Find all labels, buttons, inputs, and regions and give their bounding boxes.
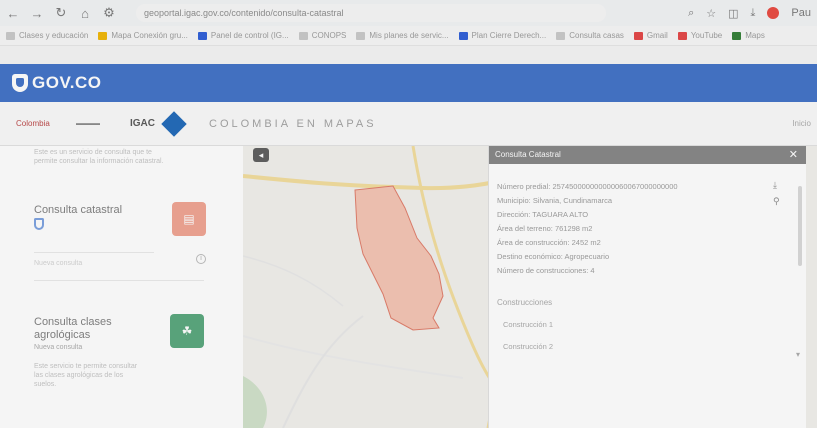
catastral-badge-icon[interactable]: ▤ <box>172 202 206 236</box>
close-icon[interactable]: ✕ <box>789 146 798 164</box>
bookmark-item[interactable]: Mis planes de servic... <box>356 31 449 40</box>
extensions-icon[interactable]: ◫ <box>728 7 738 20</box>
colombia-logo[interactable]: Colombia <box>16 119 68 128</box>
site-settings-icon[interactable]: ⚙ <box>102 5 116 21</box>
popup-header: Consulta Catastral ✕ <box>489 146 806 164</box>
site-header: Colombia ▬▬▬▬ IGAC COLOMBIA EN MAPAS Ini… <box>0 102 817 146</box>
bookmark-item[interactable]: CONOPS <box>298 31 346 40</box>
divider <box>34 280 204 281</box>
agrologicas-badge-icon[interactable]: ☘ <box>170 314 204 348</box>
info-row: Número predial: 257450000000000060067000… <box>497 182 678 191</box>
info-row: Destino económico: Agropecuario <box>497 252 610 261</box>
card-description: Este servicio te permite consultar las c… <box>34 363 138 388</box>
gov-brand[interactable]: GOV.CO <box>32 73 101 93</box>
construccion-item[interactable]: Construcción 1 <box>503 320 553 329</box>
sidebar-intro-text: Este es un servicio de consulta que te p… <box>34 149 164 165</box>
home-icon[interactable]: ⌂ <box>78 6 92 21</box>
bookmark-item[interactable]: Gmail <box>633 31 668 40</box>
chevron-left-icon[interactable]: ◂ <box>253 148 269 162</box>
bookmark-item[interactable]: Panel de control (IG... <box>197 31 289 40</box>
construccion-item[interactable]: Construcción 2 <box>503 342 553 351</box>
info-row: Municipio: Silvania, Cundinamarca <box>497 196 613 205</box>
site-title[interactable]: COLOMBIA EN MAPAS <box>209 118 377 130</box>
info-row: Área del terreno: 761298 m2 <box>497 224 593 233</box>
divider <box>34 252 154 253</box>
profile-avatar-icon[interactable] <box>767 7 780 19</box>
card-title-catastral[interactable]: Consulta catastral <box>34 204 122 217</box>
card-title-agrologicas[interactable]: Consulta clases agrológicas <box>34 316 144 342</box>
bookmarks-bar: Clases y educación Mapa Conexión gru... … <box>0 26 817 46</box>
info-row: Número de construcciones: 4 <box>497 266 595 275</box>
link-icon[interactable]: ⚲ <box>773 196 780 207</box>
igac-label[interactable]: IGAC <box>130 118 155 129</box>
zoom-icon[interactable]: ⌕ <box>688 7 694 20</box>
shield-icon <box>34 218 44 230</box>
bookmark-item[interactable]: Consulta casas <box>556 31 624 40</box>
popup-scrollbar[interactable] <box>798 186 802 266</box>
header-nav-link[interactable]: Inicio <box>792 119 817 128</box>
bookmark-item[interactable]: Clases y educación <box>6 31 88 40</box>
download-icon[interactable]: ⤓ <box>773 180 777 191</box>
bookmark-item[interactable]: Maps <box>732 31 765 40</box>
browser-tools: ⌕ ☆ ◫ ⤓ Pau <box>688 7 817 20</box>
browser-toolbar: ← → ↻ ⌂ ⚙ geoportal.igac.gov.co/contenid… <box>0 0 817 26</box>
consulta-catastral-popup: Consulta Catastral ✕ Número predial: 257… <box>488 146 806 428</box>
info-row: Dirección: TAGUARA ALTO <box>497 210 589 219</box>
card-subtext[interactable]: Nueva consulta <box>34 260 164 267</box>
sidebar: Este es un servicio de consulta que te p… <box>0 146 243 428</box>
download-icon[interactable]: ⤓ <box>751 7 756 20</box>
section-title[interactable]: Construcciones <box>497 298 552 307</box>
chevron-down-icon[interactable]: ▾ <box>796 350 800 359</box>
igac-logo-icon <box>161 110 187 137</box>
profile-label[interactable]: Pau <box>791 7 811 19</box>
info-row: Área de construcción: 2452 m2 <box>497 238 601 247</box>
reload-icon[interactable]: ↻ <box>54 5 68 21</box>
address-bar[interactable]: geoportal.igac.gov.co/contenido/consulta… <box>136 4 606 22</box>
bookmark-item[interactable]: YouTube <box>677 31 722 40</box>
popup-title: Consulta Catastral <box>495 150 561 159</box>
gov-header: GOV.CO <box>0 64 817 102</box>
bookmark-item[interactable]: Mapa Conexión gru... <box>98 31 188 40</box>
info-icon[interactable]: i <box>196 254 206 264</box>
card-subtext[interactable]: Nueva consulta <box>34 344 82 351</box>
forward-icon[interactable]: → <box>30 6 44 21</box>
ministry-logo: ▬▬▬▬ <box>76 120 100 127</box>
back-icon[interactable]: ← <box>6 6 20 21</box>
bookmark-item[interactable]: Plan Cierre Derech... <box>458 31 546 40</box>
bookmark-star-icon[interactable]: ☆ <box>706 7 716 20</box>
gov-shield-icon <box>12 74 28 92</box>
